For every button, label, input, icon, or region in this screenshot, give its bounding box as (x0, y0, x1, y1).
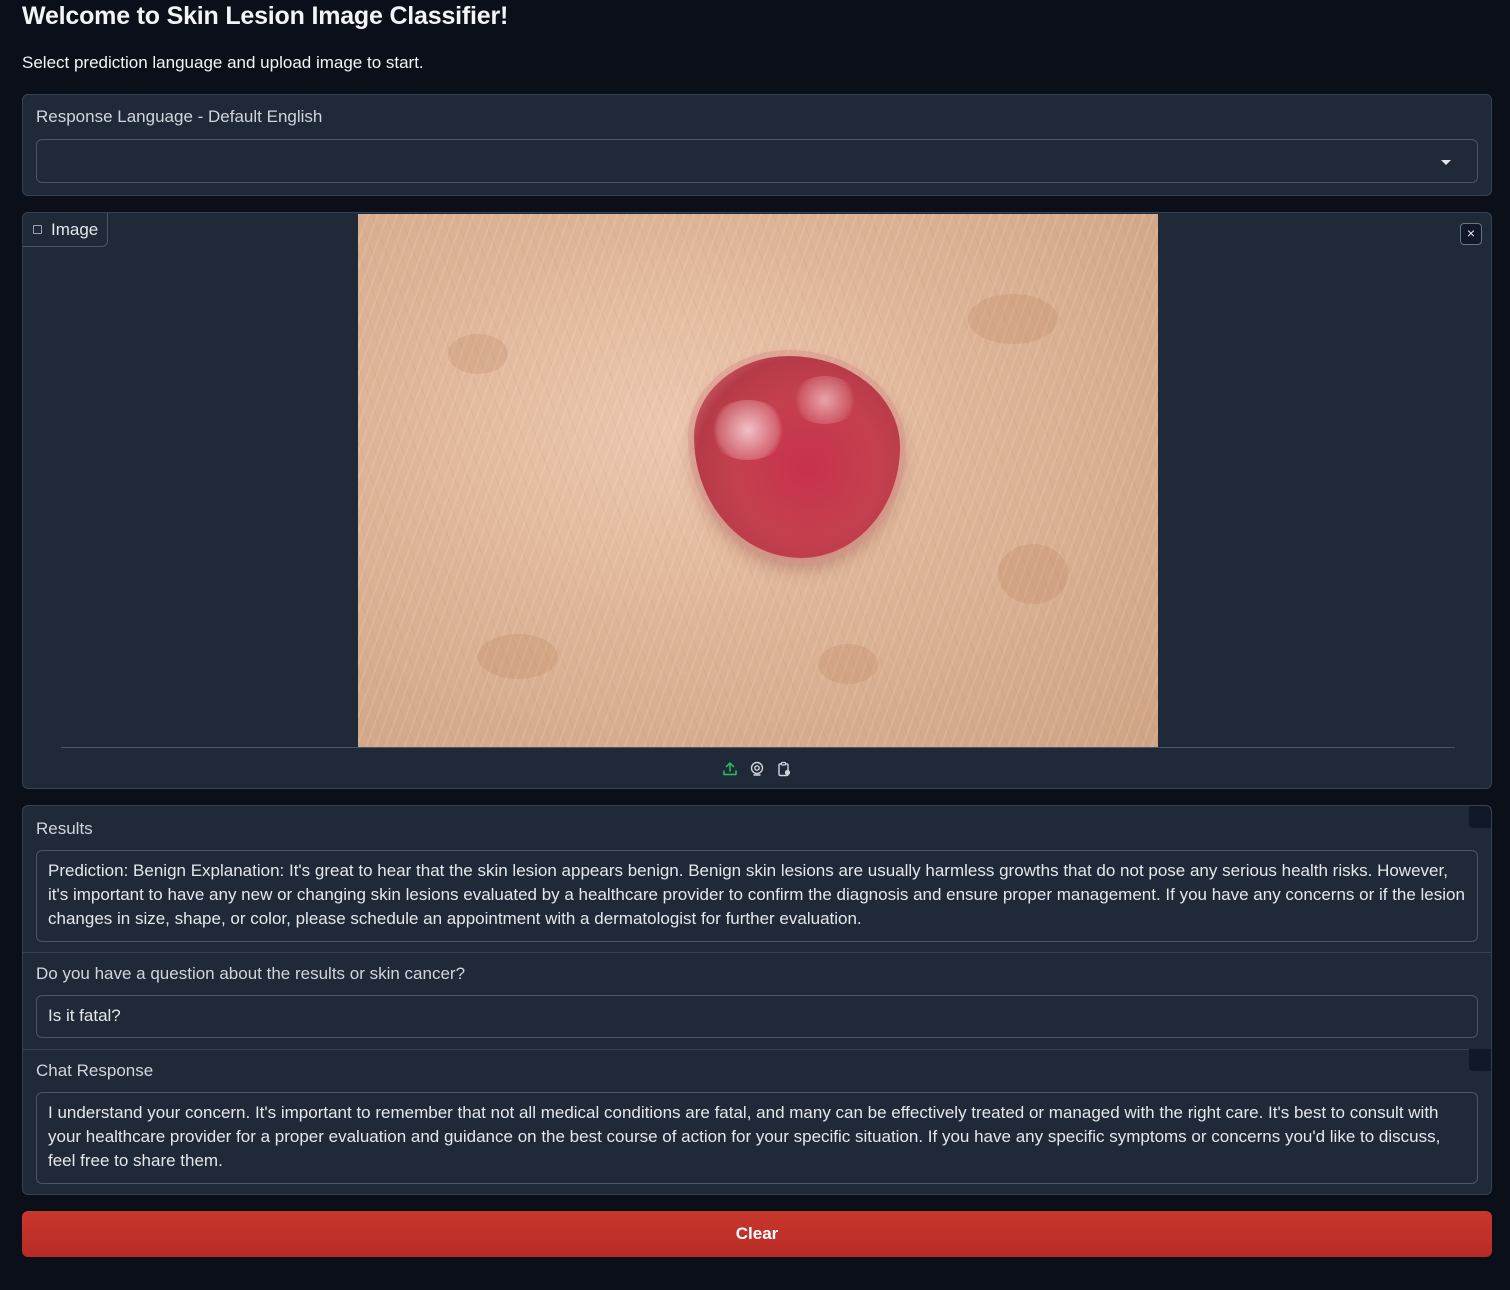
results-panel: Results Prediction: Benign Explanation: … (22, 805, 1492, 1195)
clear-button[interactable]: Clear (22, 1211, 1492, 1257)
image-divider (61, 747, 1455, 748)
page-title: Welcome to Skin Lesion Image Classifier! (22, 2, 509, 30)
skin-freckle (998, 544, 1068, 604)
chat-response-label: Chat Response (36, 1061, 154, 1080)
upload-icon[interactable] (721, 760, 739, 778)
app-page: Welcome to Skin Lesion Image Classifier!… (0, 0, 1510, 1290)
skin-freckle (448, 334, 508, 374)
results-textbox[interactable]: Prediction: Benign Explanation: It's gre… (36, 850, 1478, 942)
skin-freckle (478, 634, 558, 679)
image-label: Image (51, 219, 99, 239)
lesion-highlight (708, 400, 788, 460)
chat-response-textbox[interactable]: I understand your concern. It's importan… (36, 1092, 1478, 1184)
page-subtitle: Select prediction language and upload im… (22, 53, 424, 72)
clipboard-icon[interactable] (775, 760, 793, 778)
section-divider (23, 952, 1491, 953)
lesion-highlight (790, 376, 860, 424)
language-panel: Response Language - Default English (22, 94, 1492, 196)
results-label: Results (36, 819, 93, 838)
image-icon (33, 225, 42, 234)
webcam-icon[interactable] (748, 760, 766, 778)
section-divider (23, 1049, 1491, 1050)
copy-button[interactable] (1469, 1049, 1491, 1071)
skin-freckle (968, 294, 1058, 344)
image-label-tag: Image (23, 213, 108, 247)
uploaded-lesion-image (358, 214, 1158, 747)
copy-button[interactable] (1469, 806, 1491, 828)
language-dropdown[interactable] (36, 139, 1478, 183)
question-label: Do you have a question about the results… (36, 964, 466, 983)
image-source-toolbar (721, 760, 793, 778)
close-icon[interactable]: × (1460, 223, 1482, 245)
language-label: Response Language - Default English (36, 107, 323, 126)
skin-freckle (818, 644, 878, 684)
image-panel: Image × (22, 212, 1492, 789)
question-input[interactable]: Is it fatal? (36, 995, 1478, 1038)
chevron-down-icon (1441, 160, 1451, 165)
